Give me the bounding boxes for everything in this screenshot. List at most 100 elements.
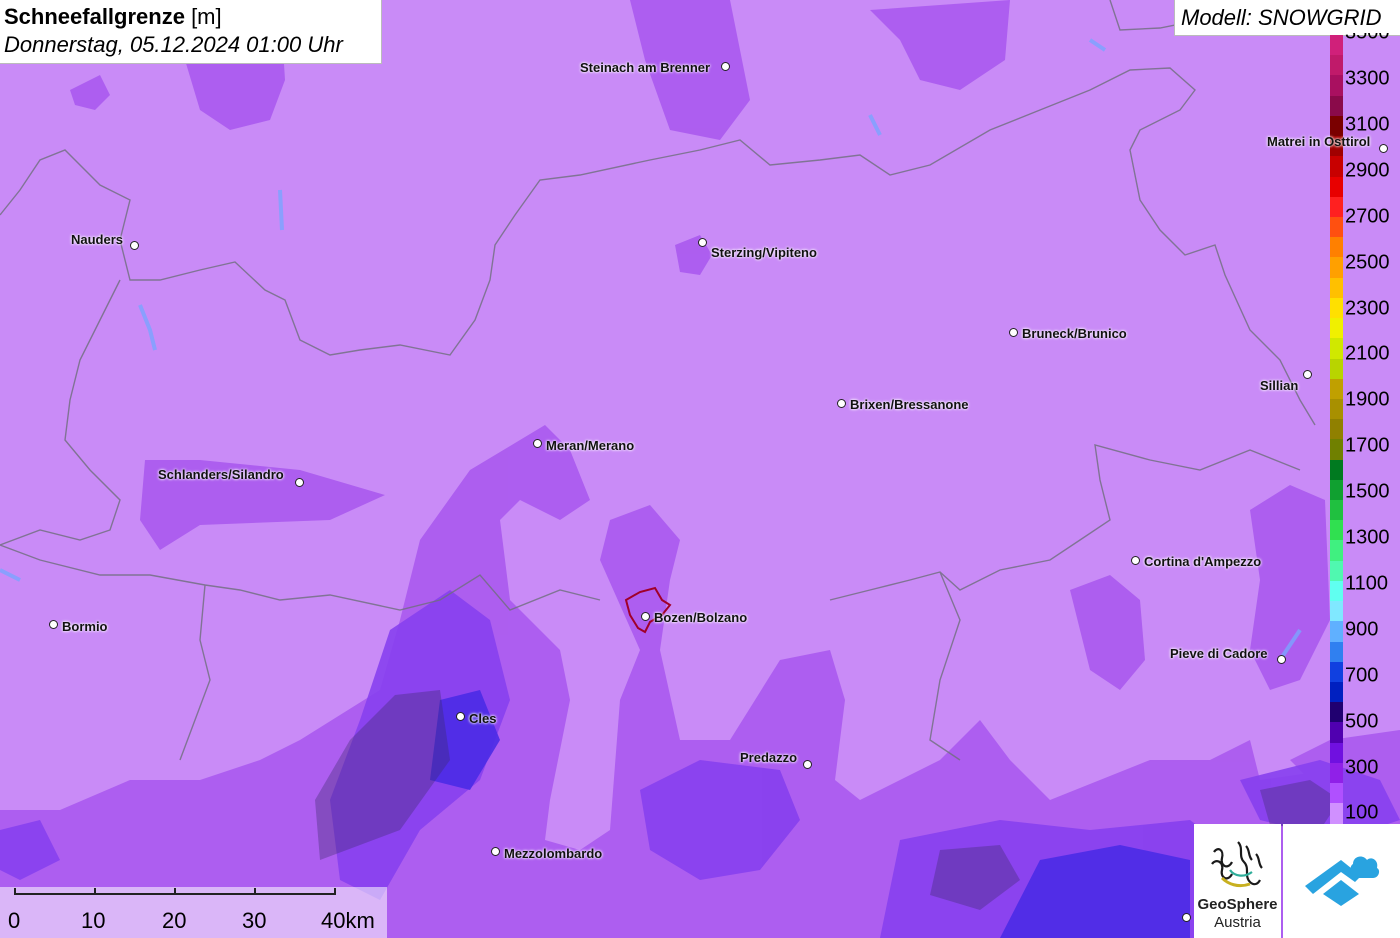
city-dot[interactable] bbox=[1379, 144, 1388, 153]
city-dot[interactable] bbox=[837, 399, 846, 408]
legend-color-swatch bbox=[1330, 621, 1343, 642]
legend-label: 1900 bbox=[1345, 388, 1390, 411]
scale-label: 30 bbox=[242, 908, 267, 933]
legend-color-swatch bbox=[1330, 318, 1343, 339]
legend-color-swatch bbox=[1330, 601, 1343, 622]
weather-app-logo[interactable] bbox=[1283, 824, 1400, 938]
title-box: Schneefallgrenze [m] Donnerstag, 05.12.2… bbox=[0, 0, 382, 64]
legend-color-swatch bbox=[1330, 297, 1343, 319]
legend-label: 300 bbox=[1345, 756, 1379, 778]
legend-color-swatch bbox=[1330, 419, 1343, 440]
legend-color-swatch bbox=[1330, 500, 1343, 521]
legend-label: 1700 bbox=[1345, 434, 1390, 457]
legend-label: 3100 bbox=[1345, 113, 1390, 136]
legend-label: 2700 bbox=[1345, 205, 1390, 228]
scale-tick bbox=[94, 888, 96, 895]
legend-color-swatch bbox=[1330, 702, 1343, 723]
scale-label: 40km bbox=[321, 908, 375, 933]
model-box: Modell: SNOWGRID bbox=[1174, 0, 1400, 36]
city-dot[interactable] bbox=[721, 62, 730, 71]
city-dot[interactable] bbox=[533, 439, 542, 448]
legend-color-swatch bbox=[1330, 479, 1343, 501]
legend-label: 1100 bbox=[1345, 572, 1389, 595]
legend-color-swatch bbox=[1330, 398, 1343, 420]
legend-color-swatch bbox=[1330, 277, 1343, 298]
city-dot[interactable] bbox=[1131, 556, 1140, 565]
scale-tick bbox=[14, 888, 16, 895]
legend-label: 2500 bbox=[1345, 251, 1390, 274]
legend-color-swatch bbox=[1330, 661, 1343, 682]
legend-color-swatch bbox=[1330, 580, 1343, 602]
city-dot[interactable] bbox=[641, 612, 650, 621]
city-label: Bormio bbox=[62, 619, 108, 634]
legend-color-swatch bbox=[1330, 257, 1343, 278]
city-dot[interactable] bbox=[130, 241, 139, 250]
legend-label: 1300 bbox=[1345, 526, 1390, 549]
scale-label: 20 bbox=[162, 908, 187, 933]
scale-tick bbox=[174, 888, 176, 895]
city-label: Cortina d'Ampezzo bbox=[1144, 554, 1262, 569]
legend-color-swatch bbox=[1330, 682, 1343, 703]
legend-color-swatch bbox=[1330, 439, 1343, 460]
legend-color-swatch bbox=[1330, 803, 1343, 824]
legend-color-swatch bbox=[1330, 459, 1343, 480]
legend-color-swatch bbox=[1330, 358, 1343, 379]
legend-label: 900 bbox=[1345, 618, 1379, 641]
city-dot[interactable] bbox=[1277, 655, 1286, 664]
map-title: Schneefallgrenze [m] bbox=[4, 4, 222, 29]
geosphere-name: GeoSphere bbox=[1197, 896, 1278, 913]
legend-label: 2100 bbox=[1345, 342, 1390, 365]
legend-color-swatch bbox=[1330, 216, 1343, 238]
city-label: Bruneck/Brunico bbox=[1022, 326, 1127, 341]
city-label: Steinach am Brenner bbox=[580, 60, 711, 75]
legend-color-swatch bbox=[1330, 378, 1343, 399]
color-legend-bar bbox=[1330, 35, 1343, 824]
city-label: Predazzo bbox=[740, 750, 798, 765]
city-dot[interactable] bbox=[49, 620, 58, 629]
city-label: Sillian bbox=[1260, 378, 1299, 393]
city-dot[interactable] bbox=[1303, 370, 1312, 379]
legend-color-swatch bbox=[1330, 560, 1343, 581]
geosphere-country: Austria bbox=[1214, 914, 1261, 931]
city-label: Brixen/Bressanone bbox=[850, 397, 969, 412]
legend-label: 500 bbox=[1345, 710, 1379, 733]
city-label: Cles bbox=[469, 711, 497, 726]
city-label: Pieve di Cadore bbox=[1170, 646, 1268, 661]
legend-color-swatch bbox=[1330, 176, 1343, 197]
legend-color-swatch bbox=[1330, 540, 1343, 561]
legend-color-swatch bbox=[1330, 742, 1343, 763]
city-dot[interactable] bbox=[803, 760, 812, 769]
legend-color-swatch bbox=[1330, 75, 1343, 96]
legend-label: 2900 bbox=[1345, 159, 1390, 182]
scale-label: 10 bbox=[81, 908, 106, 933]
cloud-arrow-icon bbox=[1305, 856, 1380, 906]
legend-label: 100 bbox=[1345, 801, 1379, 824]
city-dot[interactable] bbox=[456, 712, 465, 721]
legend-color-swatch bbox=[1330, 762, 1343, 784]
city-label: Mezzolombardo bbox=[504, 846, 603, 861]
legend-color-swatch bbox=[1330, 722, 1343, 743]
city-dot[interactable] bbox=[295, 478, 304, 487]
legend-color-swatch bbox=[1330, 237, 1343, 258]
scale-tick bbox=[334, 888, 336, 895]
legend-label: 1500 bbox=[1345, 480, 1390, 503]
legend-color-swatch bbox=[1330, 338, 1343, 359]
legend-color-swatch bbox=[1330, 641, 1343, 662]
legend-label: 3300 bbox=[1345, 67, 1390, 90]
city-label: Nauders bbox=[71, 232, 124, 247]
city-dot[interactable] bbox=[491, 847, 500, 856]
geosphere-logo[interactable]: GeoSphere Austria bbox=[1194, 824, 1281, 938]
city-dot[interactable] bbox=[1009, 328, 1018, 337]
city-label: Schlanders/Silandro bbox=[158, 467, 284, 482]
city-label: Matrei in Osttirol bbox=[1267, 134, 1371, 149]
legend-color-swatch bbox=[1330, 55, 1343, 76]
scale-tick bbox=[254, 888, 256, 895]
city-label: Meran/Merano bbox=[546, 438, 635, 453]
scale-label: 0 bbox=[8, 908, 21, 933]
geosphere-swirl-icon bbox=[1211, 841, 1263, 888]
legend-label: 2300 bbox=[1345, 297, 1390, 319]
legend-color-swatch bbox=[1330, 783, 1343, 804]
city-dot[interactable] bbox=[1182, 913, 1191, 922]
city-dot[interactable] bbox=[698, 238, 707, 247]
legend-color-swatch bbox=[1330, 35, 1343, 56]
